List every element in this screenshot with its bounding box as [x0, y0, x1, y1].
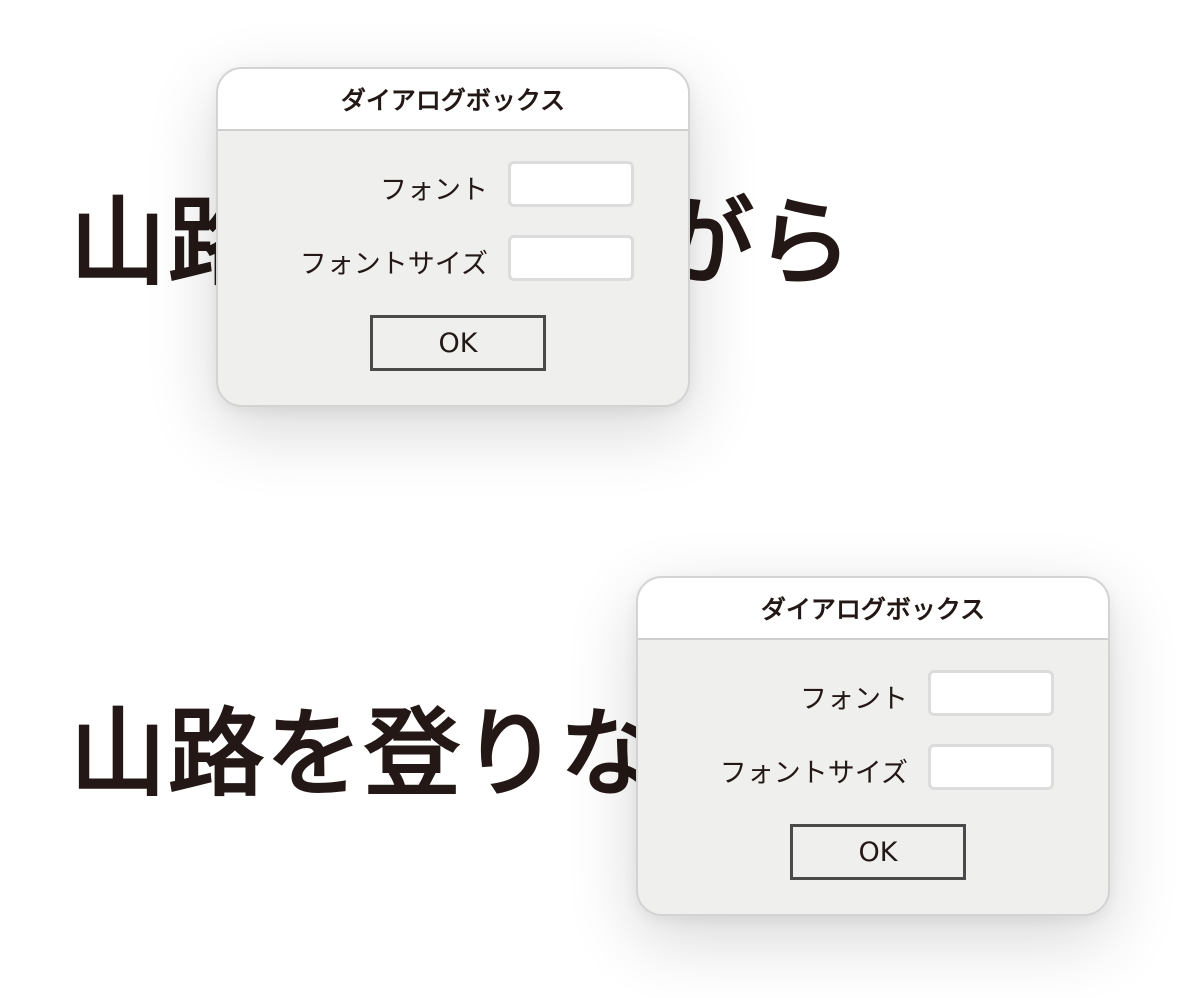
font-size-input[interactable] — [928, 744, 1054, 790]
font-size-label: フォントサイズ — [719, 758, 908, 789]
dialog-box-bottom: ダイアログボックス フォント フォントサイズ OK — [636, 576, 1110, 916]
font-input[interactable] — [508, 161, 634, 207]
font-label: フォント — [380, 175, 488, 206]
canvas: 山路を登りながら ダイアログボックス フォント フォントサイズ OK 山路を登り… — [0, 0, 1200, 998]
font-label: フォント — [800, 684, 908, 715]
dialog-titlebar[interactable]: ダイアログボックス — [218, 69, 688, 131]
heading-visible-part: 山路を登りな — [70, 698, 658, 810]
dialog-titlebar[interactable]: ダイアログボックス — [638, 578, 1108, 640]
font-input[interactable] — [928, 670, 1054, 716]
ok-button[interactable]: OK — [370, 315, 546, 371]
dialog-title: ダイアログボックス — [340, 86, 566, 115]
ok-button[interactable]: OK — [790, 824, 966, 880]
font-size-label: フォントサイズ — [299, 249, 488, 280]
font-size-input[interactable] — [508, 235, 634, 281]
dialog-box-top: ダイアログボックス フォント フォントサイズ OK — [216, 67, 690, 407]
dialog-title: ダイアログボックス — [760, 595, 986, 624]
